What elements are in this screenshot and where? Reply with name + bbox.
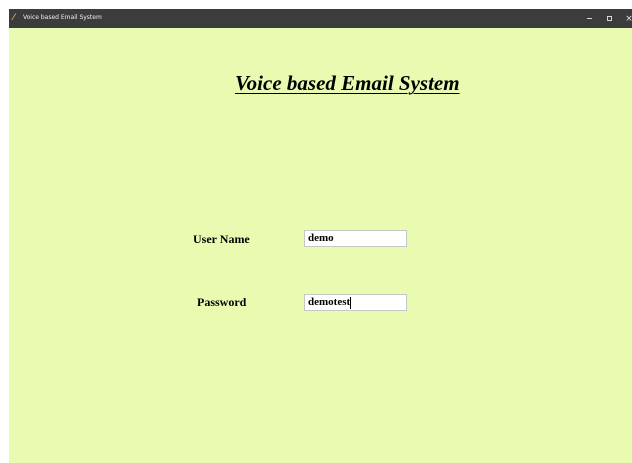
page-title: Voice based Email System — [235, 71, 460, 95]
username-value: demo — [308, 232, 334, 244]
close-button[interactable]: × — [620, 9, 632, 28]
maximize-icon — [606, 16, 612, 21]
username-label: User Name — [193, 232, 250, 246]
close-icon: × — [625, 13, 632, 24]
password-label: Password — [197, 295, 247, 309]
desktop: ⁄ Voice based Email System × Voice based… — [0, 0, 632, 463]
window-title: Voice based Email System — [23, 14, 102, 21]
feather-icon: ⁄ — [13, 13, 15, 23]
username-field[interactable]: demo — [304, 230, 407, 247]
minimize-icon — [586, 18, 592, 19]
password-value: demotest — [308, 296, 351, 308]
text-cursor — [350, 296, 352, 309]
app-window: ⁄ Voice based Email System × Voice based… — [9, 9, 632, 463]
maximize-button[interactable] — [600, 9, 618, 28]
minimize-button[interactable] — [580, 9, 598, 28]
password-field[interactable]: demotest — [304, 294, 407, 311]
title-bar[interactable]: ⁄ Voice based Email System × — [9, 9, 632, 28]
